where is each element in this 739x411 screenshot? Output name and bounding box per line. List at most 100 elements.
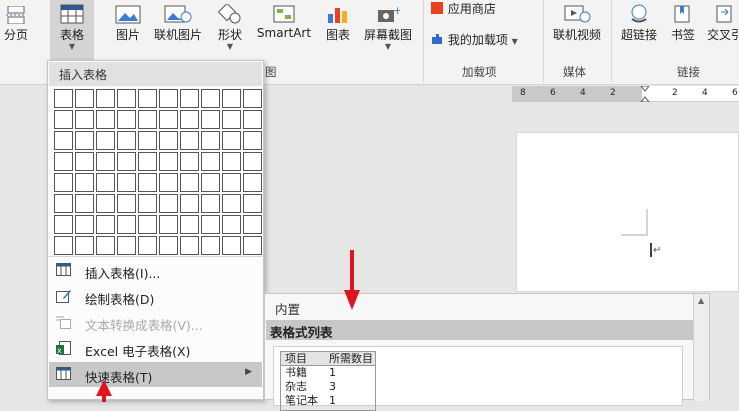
table-grid-cell[interactable] bbox=[54, 110, 73, 129]
table-grid-cell[interactable] bbox=[96, 215, 115, 234]
table-grid-cell[interactable] bbox=[75, 215, 94, 234]
pictures-button[interactable]: 图片 bbox=[108, 4, 148, 43]
table-grid-cell[interactable] bbox=[96, 110, 115, 129]
table-grid-cell[interactable] bbox=[117, 110, 136, 129]
excel-spreadsheet-item[interactable]: x Excel 电子表格(X) bbox=[49, 336, 262, 361]
table-grid-cell[interactable] bbox=[54, 194, 73, 213]
table-grid-cell[interactable] bbox=[54, 131, 73, 150]
table-grid-cell[interactable] bbox=[243, 131, 262, 150]
table-grid-cell[interactable] bbox=[96, 236, 115, 255]
table-button[interactable]: 表格 ▼ bbox=[50, 0, 94, 60]
text-to-table-item[interactable]: 文本转换成表格(V)... bbox=[49, 310, 262, 335]
table-grid-cell[interactable] bbox=[201, 89, 220, 108]
table-grid-cell[interactable] bbox=[117, 152, 136, 171]
table-grid-cell[interactable] bbox=[138, 89, 157, 108]
table-grid-cell[interactable] bbox=[243, 194, 262, 213]
table-grid-cell[interactable] bbox=[117, 236, 136, 255]
table-grid-cell[interactable] bbox=[159, 110, 178, 129]
table-grid-cell[interactable] bbox=[159, 152, 178, 171]
table-grid-cell[interactable] bbox=[75, 110, 94, 129]
table-grid-cell[interactable] bbox=[117, 173, 136, 192]
table-grid-cell[interactable] bbox=[222, 89, 241, 108]
table-grid-cell[interactable] bbox=[243, 89, 262, 108]
table-grid-cell[interactable] bbox=[201, 131, 220, 150]
hyperlink-button[interactable]: 超链接 bbox=[615, 4, 663, 43]
insert-table-item[interactable]: 插入表格(I)... bbox=[49, 258, 262, 283]
table-grid-cell[interactable] bbox=[243, 110, 262, 129]
table-grid-cell[interactable] bbox=[138, 152, 157, 171]
table-grid-cell[interactable] bbox=[117, 89, 136, 108]
table-grid-cell[interactable] bbox=[138, 194, 157, 213]
table-grid-cell[interactable] bbox=[201, 110, 220, 129]
scroll-up-icon[interactable]: ▲ bbox=[698, 296, 704, 305]
bookmark-button[interactable]: 书签 bbox=[666, 4, 700, 43]
table-grid-cell[interactable] bbox=[222, 215, 241, 234]
table-grid-cell[interactable] bbox=[138, 236, 157, 255]
table-grid-cell[interactable] bbox=[54, 173, 73, 192]
table-grid-cell[interactable] bbox=[96, 173, 115, 192]
table-grid-cell[interactable] bbox=[75, 89, 94, 108]
online-video-button[interactable]: 联机视频 bbox=[548, 4, 606, 43]
cross-reference-button[interactable]: 交叉引 bbox=[705, 4, 739, 43]
table-grid-cell[interactable] bbox=[96, 89, 115, 108]
table-grid-cell[interactable] bbox=[117, 194, 136, 213]
page-break-button[interactable]: 分页 bbox=[0, 6, 32, 43]
screenshot-button[interactable]: + 屏幕截图 ▼ bbox=[358, 4, 418, 51]
table-grid-cell[interactable] bbox=[75, 236, 94, 255]
store-button[interactable]: 应用商店 bbox=[430, 0, 540, 17]
table-grid-cell[interactable] bbox=[201, 152, 220, 171]
table-grid-cell[interactable] bbox=[180, 173, 199, 192]
table-grid-cell[interactable] bbox=[117, 215, 136, 234]
table-grid-cell[interactable] bbox=[159, 194, 178, 213]
table-grid-cell[interactable] bbox=[138, 215, 157, 234]
table-grid-cell[interactable] bbox=[159, 89, 178, 108]
table-grid-cell[interactable] bbox=[180, 236, 199, 255]
gallery-scrollbar[interactable]: ▲ bbox=[693, 294, 709, 401]
table-grid-cell[interactable] bbox=[222, 194, 241, 213]
table-grid-cell[interactable] bbox=[96, 152, 115, 171]
shapes-button[interactable]: 形状 ▼ bbox=[212, 4, 248, 51]
table-grid-cell[interactable] bbox=[222, 110, 241, 129]
table-grid-cell[interactable] bbox=[180, 89, 199, 108]
table-grid-cell[interactable] bbox=[138, 110, 157, 129]
smartart-button[interactable]: SmartArt bbox=[253, 4, 315, 40]
document-page[interactable]: ↵ bbox=[516, 132, 739, 292]
table-grid-cell[interactable] bbox=[243, 173, 262, 192]
table-grid-cell[interactable] bbox=[243, 215, 262, 234]
table-grid-cell[interactable] bbox=[201, 173, 220, 192]
draw-table-item[interactable]: 绘制表格(D) bbox=[49, 284, 262, 309]
table-grid-cell[interactable] bbox=[96, 194, 115, 213]
table-grid-cell[interactable] bbox=[117, 131, 136, 150]
horizontal-ruler[interactable]: 8 6 4 2 2 4 6 bbox=[512, 86, 739, 102]
table-grid-cell[interactable] bbox=[180, 152, 199, 171]
table-grid-cell[interactable] bbox=[75, 152, 94, 171]
table-grid-cell[interactable] bbox=[180, 131, 199, 150]
table-grid-cell[interactable] bbox=[201, 215, 220, 234]
table-grid-cell[interactable] bbox=[201, 194, 220, 213]
table-size-grid[interactable] bbox=[54, 89, 262, 255]
table-grid-cell[interactable] bbox=[159, 131, 178, 150]
table-grid-cell[interactable] bbox=[138, 131, 157, 150]
table-grid-cell[interactable] bbox=[243, 236, 262, 255]
table-grid-cell[interactable] bbox=[159, 173, 178, 192]
table-grid-cell[interactable] bbox=[75, 194, 94, 213]
chart-button[interactable]: 图表 bbox=[320, 4, 356, 43]
quick-tables-item[interactable]: 快速表格(T) ▶ bbox=[49, 362, 262, 387]
table-grid-cell[interactable] bbox=[159, 236, 178, 255]
table-grid-cell[interactable] bbox=[243, 152, 262, 171]
table-grid-cell[interactable] bbox=[180, 110, 199, 129]
table-grid-cell[interactable] bbox=[222, 131, 241, 150]
table-grid-cell[interactable] bbox=[75, 131, 94, 150]
table-grid-cell[interactable] bbox=[138, 173, 157, 192]
table-grid-cell[interactable] bbox=[54, 215, 73, 234]
online-pictures-button[interactable]: 联机图片 bbox=[150, 4, 206, 43]
indent-marker-icon[interactable] bbox=[640, 86, 650, 102]
table-grid-cell[interactable] bbox=[180, 194, 199, 213]
table-grid-cell[interactable] bbox=[54, 89, 73, 108]
table-grid-cell[interactable] bbox=[222, 236, 241, 255]
table-grid-cell[interactable] bbox=[222, 173, 241, 192]
table-grid-cell[interactable] bbox=[201, 236, 220, 255]
table-grid-cell[interactable] bbox=[54, 236, 73, 255]
quick-table-preview[interactable]: 项目 所需数目 书籍 1 杂志 3 笔记本 1 bbox=[273, 346, 683, 411]
my-addins-button[interactable]: 我的加载项 ▼ bbox=[430, 31, 540, 48]
